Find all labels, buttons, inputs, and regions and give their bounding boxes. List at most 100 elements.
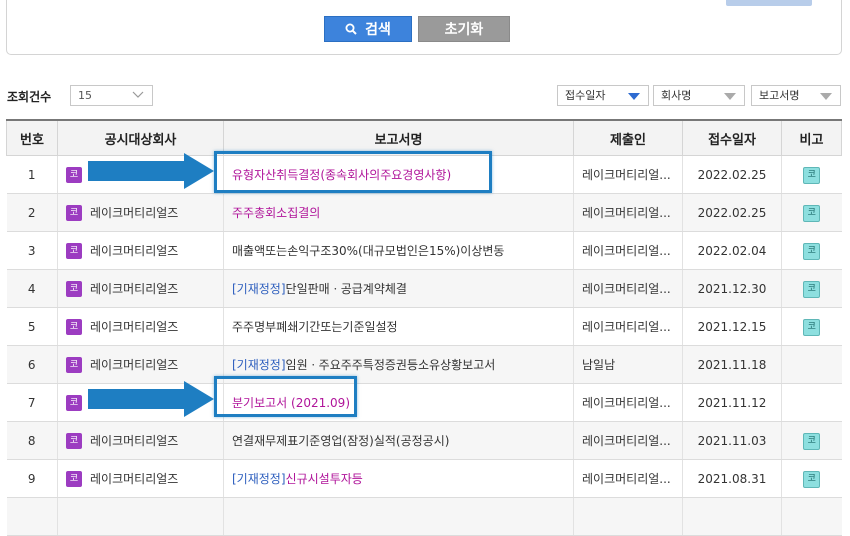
report-link[interactable]: 신규시설투자등 xyxy=(286,472,363,486)
arrow-right-icon xyxy=(88,381,214,417)
report-link[interactable]: 주주명부폐쇄기간또는기준일설정 xyxy=(232,320,398,334)
header-no: 번호 xyxy=(6,119,58,156)
submitter-cell: 레이크머티리얼... xyxy=(573,231,683,270)
date-cell: 2021.12.15 xyxy=(682,307,782,346)
sort-company-label: 회사명 xyxy=(661,89,692,102)
table-row xyxy=(6,497,842,536)
date-cell: 2021.11.03 xyxy=(682,421,782,460)
note-cell: 코 xyxy=(781,193,842,232)
row-number: 2 xyxy=(6,193,58,232)
triangle-down-icon xyxy=(820,93,832,100)
search-button[interactable]: 검색 xyxy=(324,16,412,42)
arrow-right-icon xyxy=(88,153,214,189)
header-note: 비고 xyxy=(781,119,842,156)
highlight-box xyxy=(214,151,492,193)
report-link[interactable]: 임원ㆍ주요주주특정증권등소유상황보고서 xyxy=(286,358,496,372)
note-cell xyxy=(781,383,842,422)
submitter-cell: 레이크머티리얼... xyxy=(573,193,683,232)
row-number: 9 xyxy=(6,459,58,498)
count-value: 15 xyxy=(78,89,92,102)
note-cell: 코 xyxy=(781,269,842,308)
company-link[interactable]: 레이크머티리얼즈 xyxy=(90,282,178,296)
market-badge: 코 xyxy=(66,319,82,336)
row-number: 3 xyxy=(6,231,58,270)
market-badge: 코 xyxy=(66,166,82,183)
report-cell: 주주총회소집결의 xyxy=(223,193,574,232)
top-right-button[interactable] xyxy=(726,0,812,6)
report-cell: 매출액또는손익구조30%(대규모법인은15%)이상변동 xyxy=(223,231,574,270)
date-cell: 2022.02.04 xyxy=(682,231,782,270)
report-link[interactable]: 주주총회소집결의 xyxy=(232,206,320,220)
date-cell: 2021.11.12 xyxy=(682,383,782,422)
note-cell: 코 xyxy=(781,231,842,270)
submitter-cell: 남일남 xyxy=(573,345,683,384)
header-company: 공시대상회사 xyxy=(57,119,224,156)
note-badge[interactable]: 코 xyxy=(803,242,821,260)
note-cell: 코 xyxy=(781,459,842,498)
submitter-cell: 레이크머티리얼... xyxy=(573,421,683,460)
sort-date[interactable]: 접수일자 xyxy=(557,85,649,106)
row-number xyxy=(6,497,58,536)
submitter-cell: 레이크머티리얼... xyxy=(573,269,683,308)
note-badge[interactable]: 코 xyxy=(803,432,821,450)
company-link[interactable]: 레이크머티리얼즈 xyxy=(90,320,178,334)
row-number: 4 xyxy=(6,269,58,308)
count-select[interactable]: 15 xyxy=(70,85,153,106)
correction-tag: [기재정정] xyxy=(232,472,286,486)
search-icon xyxy=(345,23,357,35)
company-link[interactable]: 레이크머티리얼즈 xyxy=(90,434,178,448)
row-number: 7 xyxy=(6,383,58,422)
market-badge: 코 xyxy=(66,281,82,298)
report-link[interactable]: 단일판매ㆍ공급계약체결 xyxy=(286,282,407,296)
report-cell: [기재정정]단일판매ㆍ공급계약체결 xyxy=(223,269,574,308)
note-badge[interactable]: 코 xyxy=(803,204,821,222)
triangle-down-icon xyxy=(724,93,736,100)
date-cell: 2021.12.30 xyxy=(682,269,782,308)
row-number: 6 xyxy=(6,345,58,384)
header-submitter: 제출인 xyxy=(573,119,683,156)
sort-report-label: 보고서명 xyxy=(759,89,800,102)
note-cell xyxy=(781,345,842,384)
market-badge: 코 xyxy=(66,471,82,488)
market-badge: 코 xyxy=(66,357,82,374)
market-badge: 코 xyxy=(66,433,82,450)
company-link[interactable]: 레이크머티리얼즈 xyxy=(90,244,178,258)
note-badge[interactable]: 코 xyxy=(803,166,821,184)
reset-button-label: 초기화 xyxy=(444,22,484,38)
company-cell: 코 레이크머티리얼즈 xyxy=(57,345,224,384)
highlight-box xyxy=(214,376,357,417)
company-cell: 코 레이크머티리얼즈 xyxy=(57,193,224,232)
note-badge[interactable]: 코 xyxy=(803,470,821,488)
company-cell: 코 레이크머티리얼즈 xyxy=(57,459,224,498)
table-row: 5 코 레이크머티리얼즈 주주명부폐쇄기간또는기준일설정 레이크머티리얼... 2… xyxy=(6,307,842,346)
company-cell: 코 레이크머티리얼즈 xyxy=(57,231,224,270)
reset-button[interactable]: 초기화 xyxy=(418,16,510,42)
row-number: 8 xyxy=(6,421,58,460)
note-badge[interactable]: 코 xyxy=(803,318,821,336)
report-cell: [기재정정]신규시설투자등 xyxy=(223,459,574,498)
company-cell: 코 레이크머티리얼즈 xyxy=(57,307,224,346)
date-cell: 2021.11.18 xyxy=(682,345,782,384)
company-cell: 코 레이크머티리얼즈 xyxy=(57,269,224,308)
note-cell: 코 xyxy=(781,155,842,194)
submitter-cell: 레이크머티리얼... xyxy=(573,155,683,194)
company-cell: 코 레이크머티리얼즈 xyxy=(57,421,224,460)
company-link[interactable]: 레이크머티리얼즈 xyxy=(90,472,178,486)
table-row: 8 코 레이크머티리얼즈 연결재무제표기준영업(잠정)실적(공정공시) 레이크머티… xyxy=(6,421,842,460)
company-link[interactable]: 레이크머티리얼즈 xyxy=(90,358,178,372)
triangle-down-icon xyxy=(628,93,640,100)
table-row: 2 코 레이크머티리얼즈 주주총회소집결의 레이크머티리얼... 2022.02.… xyxy=(6,193,842,232)
market-badge: 코 xyxy=(66,243,82,260)
company-link[interactable]: 레이크머티리얼즈 xyxy=(90,206,178,220)
table-row: 6 코 레이크머티리얼즈 [기재정정]임원ㆍ주요주주특정증권등소유상황보고서 남일… xyxy=(6,345,842,384)
correction-tag: [기재정정] xyxy=(232,358,286,372)
table-row: 4 코 레이크머티리얼즈 [기재정정]단일판매ㆍ공급계약체결 레이크머티리얼...… xyxy=(6,269,842,308)
search-button-label: 검색 xyxy=(365,22,391,38)
report-link[interactable]: 연결재무제표기준영업(잠정)실적(공정공시) xyxy=(232,434,449,448)
sort-report[interactable]: 보고서명 xyxy=(751,85,841,106)
count-label: 조회건수 xyxy=(7,90,52,104)
note-badge[interactable]: 코 xyxy=(803,280,821,298)
report-link[interactable]: 매출액또는손익구조30%(대규모법인은15%)이상변동 xyxy=(232,244,504,258)
sort-company[interactable]: 회사명 xyxy=(653,85,745,106)
report-cell: 주주명부폐쇄기간또는기준일설정 xyxy=(223,307,574,346)
